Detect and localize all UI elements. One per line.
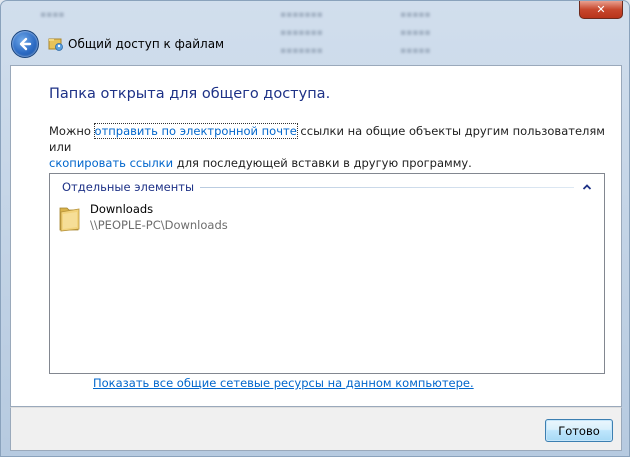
show-all-shares-link[interactable]: Показать все общие сетевые ресурсы на да… bbox=[93, 376, 474, 390]
dialog-window: Общий доступ к файлам ✕ Папка открыта дл… bbox=[0, 0, 630, 457]
done-button[interactable]: Готово bbox=[545, 419, 613, 442]
group-header[interactable]: Отдельные элементы bbox=[62, 179, 594, 195]
description-text: Можно отправить по электронной почте ссы… bbox=[49, 123, 609, 171]
item-path: \\PEOPLE-PC\Downloads bbox=[90, 218, 228, 232]
back-button[interactable] bbox=[11, 30, 39, 58]
content-panel: Папка открыта для общего доступа. Можно … bbox=[10, 65, 622, 407]
list-item[interactable]: Downloads \\PEOPLE-PC\Downloads bbox=[58, 200, 358, 234]
copy-links-link[interactable]: скопировать ссылки bbox=[49, 156, 173, 170]
sharing-icon bbox=[48, 38, 63, 51]
desc-suffix: для последующей вставки в другую програм… bbox=[173, 156, 472, 170]
title-bar: Общий доступ к файлам ✕ bbox=[1, 1, 630, 65]
arrow-left-icon bbox=[19, 37, 32, 51]
shared-items-list: Отдельные элементы Downloads \\PEOPLE-PC… bbox=[49, 173, 605, 374]
window-title: Общий доступ к файлам bbox=[68, 37, 225, 51]
item-name: Downloads bbox=[90, 202, 154, 216]
close-button[interactable]: ✕ bbox=[579, 1, 623, 19]
command-area: Готово bbox=[10, 407, 622, 451]
group-title: Отдельные элементы bbox=[62, 180, 195, 194]
email-link[interactable]: отправить по электронной почте bbox=[93, 123, 298, 139]
desc-prefix: Можно bbox=[49, 124, 95, 138]
close-icon: ✕ bbox=[596, 3, 606, 16]
chevron-up-icon[interactable] bbox=[580, 180, 594, 194]
page-title: Папка открыта для общего доступа. bbox=[49, 86, 331, 102]
folder-icon bbox=[59, 207, 80, 232]
group-divider bbox=[200, 186, 574, 188]
